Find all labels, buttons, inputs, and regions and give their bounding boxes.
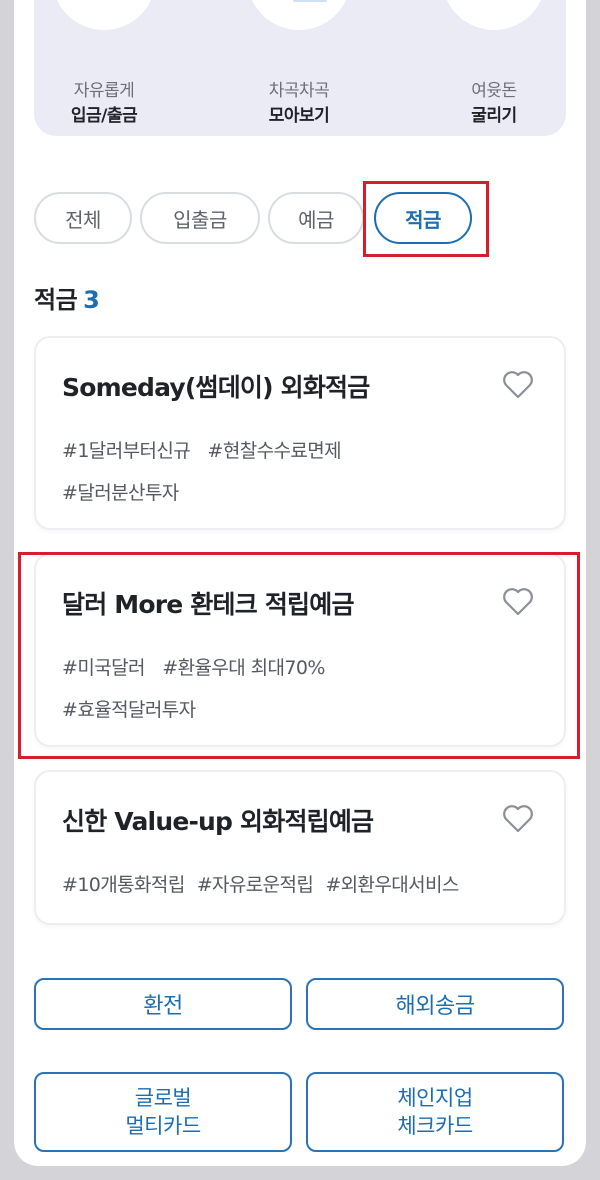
product-tag: #현찰수수료면제 [207,440,342,462]
heart-icon[interactable] [502,370,534,400]
product-name: 신한 Value-up 외화적립예금 [62,807,374,836]
feature-line1: 여윳돈 [471,81,517,101]
product-name: Someday(썸데이) 외화적금 [62,373,370,402]
button-line2: 체크카드 [397,1114,473,1138]
global-multicard-button[interactable]: 글로벌 멀티카드 [34,1072,292,1152]
changeup-checkcard-button[interactable]: 체인지업 체크카드 [306,1072,564,1152]
product-card[interactable]: Someday(썸데이) 외화적금 #1달러부터신규 #현찰수수료면제 #달러분… [34,336,566,530]
feature-icon-circle [52,0,156,30]
product-tags: #10개통화적립 #자유로운적립 #외환우대서비스 [62,864,544,906]
coin-envelope-icon [293,0,327,2]
chip-deposit[interactable]: 예금 [268,192,364,244]
product-tag: #달러분산투자 [62,482,179,504]
feature-line1: 자유롭게 [73,81,135,101]
feature-banner: 자유롭게 입금/출금 차곡차곡 모아보기 여윳돈 굴리기 [34,0,566,136]
product-tag: #효율적달러투자 [62,699,196,721]
feature-icon-circle [442,0,546,30]
wallet-icon [74,0,134,2]
product-tag: #환율우대 최대70% [162,657,325,679]
feature-line2: 모아보기 [268,106,330,126]
feature-line2: 입금/출금 [70,106,138,126]
product-tag: #외환우대서비스 [325,874,459,896]
product-sheet: 자유롭게 입금/출금 차곡차곡 모아보기 여윳돈 굴리기 전체 입출금 예금 적… [14,0,586,1166]
feature-icon-circle [247,0,351,30]
product-card[interactable]: 신한 Value-up 외화적립예금 #10개통화적립 #자유로운적립 #외환우대서… [34,770,566,925]
chip-all[interactable]: 전체 [34,192,132,244]
button-line2: 멀티카드 [125,1114,201,1138]
product-tags: #1달러부터신규 #현찰수수료면제 #달러분산투자 [62,430,544,514]
overseas-remittance-button[interactable]: 해외송금 [306,978,564,1030]
section-title-text: 적금 [34,286,78,314]
product-tag: #10개통화적립 [62,874,185,896]
product-name: 달러 More 환테크 적립예금 [62,590,354,619]
chip-checking[interactable]: 입출금 [140,192,260,244]
product-card[interactable]: 달러 More 환테크 적립예금 #미국달러 #환율우대 최대70% #효율적달… [34,553,566,747]
button-line1: 글로벌 [134,1086,192,1110]
product-count: 3 [83,286,100,314]
product-tag: #미국달러 [62,657,145,679]
button-line1: 체인지업 [397,1086,473,1110]
feature-line2: 굴리기 [471,106,517,126]
section-title: 적금 3 [34,280,100,315]
heart-icon[interactable] [502,587,534,617]
exchange-button[interactable]: 환전 [34,978,292,1030]
heart-icon[interactable] [502,804,534,834]
chip-installment-savings[interactable]: 적금 [374,192,472,244]
product-tag: #자유로운적립 [196,874,314,896]
product-tags: #미국달러 #환율우대 최대70% #효율적달러투자 [62,647,544,731]
product-tag: #1달러부터신규 [62,440,191,462]
feature-line1: 차곡차곡 [268,81,330,101]
piggy-bank-icon [472,0,516,4]
